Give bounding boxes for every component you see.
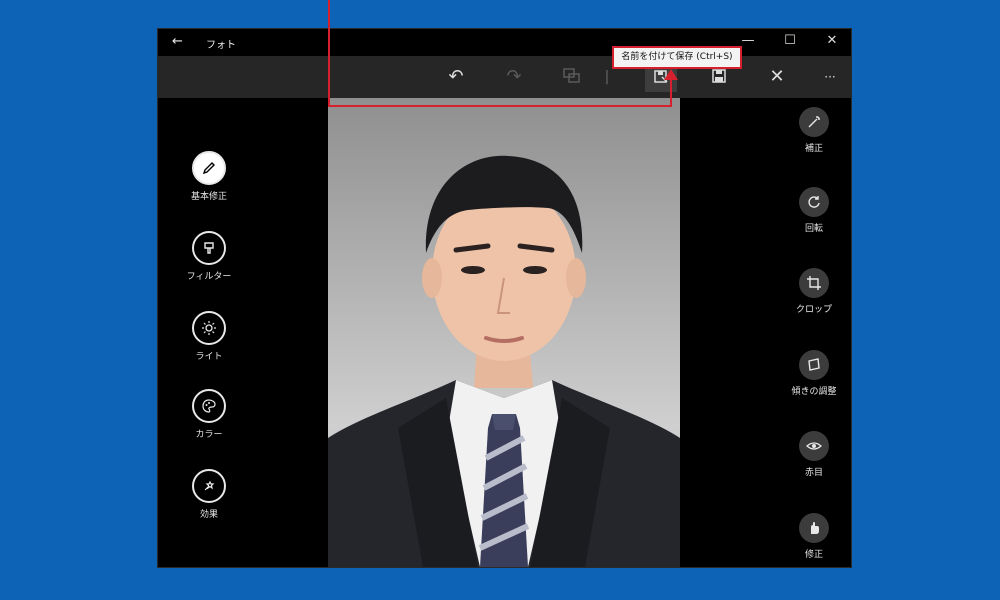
redo-button[interactable]: ↷ bbox=[498, 62, 530, 92]
compare-icon bbox=[563, 68, 580, 83]
callout-line-bottom bbox=[328, 105, 672, 107]
effects-icon bbox=[192, 469, 226, 503]
tooltip-text: 名前を付けて保存 (Ctrl+S) bbox=[621, 52, 733, 62]
tool-label: カラー bbox=[195, 430, 223, 440]
window-close-button[interactable]: ✕ bbox=[822, 33, 842, 51]
tool-spot-fix[interactable]: 修正 bbox=[774, 513, 851, 560]
portrait-image bbox=[328, 155, 680, 567]
straighten-icon bbox=[799, 350, 829, 380]
callout-arrow-icon bbox=[664, 69, 678, 80]
red-eye-icon bbox=[799, 431, 829, 461]
tool-label: クロップ bbox=[795, 305, 832, 315]
tool-label: ライト bbox=[195, 352, 223, 362]
more-icon: ··· bbox=[824, 70, 836, 84]
tool-effects[interactable]: 効果 bbox=[169, 469, 249, 520]
app-title: フォト bbox=[206, 40, 236, 51]
tool-label: 回転 bbox=[804, 224, 823, 234]
tool-red-eye[interactable]: 赤目 bbox=[774, 431, 851, 478]
pencil-icon bbox=[192, 151, 226, 185]
tool-straighten[interactable]: 傾きの調整 bbox=[774, 350, 851, 397]
callout-line-left bbox=[328, 0, 330, 107]
right-tool-panel: 補正 回転 クロップ 傾きの調整 赤目 修正 bbox=[680, 98, 851, 567]
more-button[interactable]: ··· bbox=[814, 62, 846, 92]
tool-rotate[interactable]: 回転 bbox=[774, 187, 851, 234]
maximize-button[interactable]: ☐ bbox=[780, 33, 800, 51]
tool-enhance[interactable]: 補正 bbox=[774, 107, 851, 154]
magic-wand-icon bbox=[799, 107, 829, 137]
close-editor-button[interactable]: ✕ bbox=[761, 62, 793, 92]
back-arrow-icon[interactable]: ← bbox=[172, 34, 183, 49]
callout-line-right bbox=[670, 80, 672, 107]
close-icon: ✕ bbox=[769, 66, 785, 87]
spot-fix-icon bbox=[799, 513, 829, 543]
light-icon bbox=[192, 311, 226, 345]
filter-icon bbox=[192, 231, 226, 265]
tool-label: 傾きの調整 bbox=[791, 387, 837, 397]
tool-label: 赤目 bbox=[804, 468, 823, 478]
undo-button[interactable]: ↶ bbox=[440, 62, 472, 92]
compare-button[interactable] bbox=[556, 62, 588, 92]
edited-photo[interactable] bbox=[328, 98, 680, 567]
crop-icon bbox=[799, 268, 829, 298]
tool-crop[interactable]: クロップ bbox=[774, 268, 851, 315]
editor-toolbar: ↶ ↷ | ✕ ··· bbox=[158, 56, 851, 98]
undo-icon: ↶ bbox=[448, 66, 464, 87]
save-icon bbox=[712, 69, 726, 83]
tool-basic-fix[interactable]: 基本修正 bbox=[169, 151, 249, 202]
tool-label: 基本修正 bbox=[190, 192, 227, 202]
color-palette-icon bbox=[192, 389, 226, 423]
tool-label: 補正 bbox=[804, 144, 823, 154]
photos-app-window: ← フォト — ☐ ✕ ↶ ↷ | ✕ ··· 基本修正 フィルター ライト カ… bbox=[158, 29, 851, 567]
redo-icon: ↷ bbox=[506, 66, 522, 87]
tool-label: 修正 bbox=[804, 550, 823, 560]
tool-label: フィルター bbox=[186, 272, 232, 282]
tool-filter[interactable]: フィルター bbox=[169, 231, 249, 282]
tool-light[interactable]: ライト bbox=[169, 311, 249, 362]
tool-label: 効果 bbox=[199, 510, 218, 520]
title-bar: ← フォト — ☐ ✕ bbox=[158, 29, 851, 56]
save-tooltip: 名前を付けて保存 (Ctrl+S) bbox=[612, 46, 742, 69]
rotate-icon bbox=[799, 187, 829, 217]
tool-color[interactable]: カラー bbox=[169, 389, 249, 440]
left-tool-panel: 基本修正 フィルター ライト カラー 効果 bbox=[158, 98, 328, 567]
